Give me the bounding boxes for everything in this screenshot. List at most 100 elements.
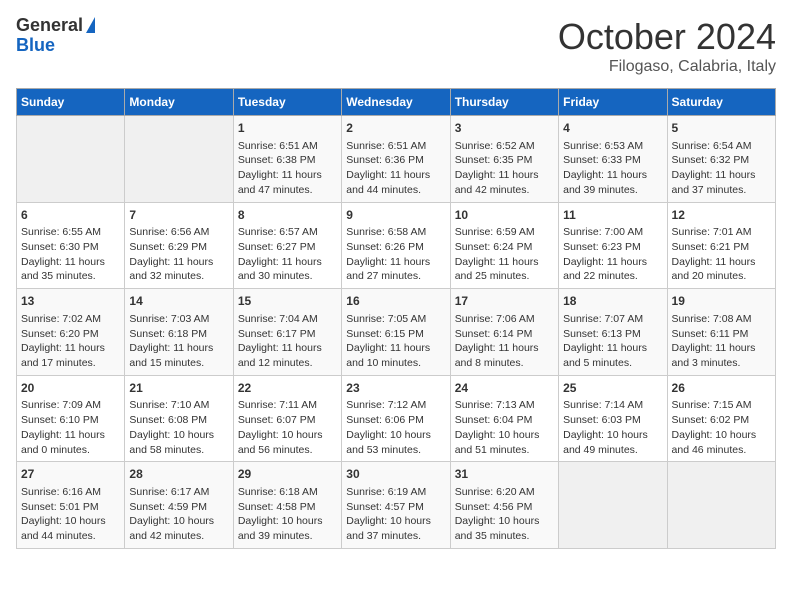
day-number: 15 — [238, 293, 337, 310]
calendar-cell: 3 Sunrise: 6:52 AM Sunset: 6:35 PM Daylig… — [450, 116, 558, 203]
calendar-cell: 19 Sunrise: 7:08 AM Sunset: 6:11 PM Dayli… — [667, 289, 775, 376]
calendar-cell — [559, 462, 667, 549]
calendar-cell: 7Sunrise: 6:56 AM Sunset: 6:29 PM Daylig… — [125, 202, 233, 289]
calendar-cell: 18Sunrise: 7:07 AM Sunset: 6:13 PM Dayli… — [559, 289, 667, 376]
calendar-cell: 30Sunrise: 6:19 AM Sunset: 4:57 PM Dayli… — [342, 462, 450, 549]
day-content: Sunrise: 7:11 AM Sunset: 6:07 PM Dayligh… — [238, 398, 337, 457]
day-content: Sunrise: 6:17 AM Sunset: 4:59 PM Dayligh… — [129, 485, 228, 544]
calendar-cell — [17, 116, 125, 203]
day-number: 1 — [238, 120, 337, 137]
day-number: 21 — [129, 380, 228, 397]
calendar-week-row: 27Sunrise: 6:16 AM Sunset: 5:01 PM Dayli… — [17, 462, 776, 549]
calendar-cell: 5Sunrise: 6:54 AM Sunset: 6:32 PM Daylig… — [667, 116, 775, 203]
calendar-cell: 16Sunrise: 7:05 AM Sunset: 6:15 PM Dayli… — [342, 289, 450, 376]
weekday-header-wednesday: Wednesday — [342, 89, 450, 116]
day-number: 8 — [238, 207, 337, 224]
calendar-cell: 28 Sunrise: 6:17 AM Sunset: 4:59 PM Dayli… — [125, 462, 233, 549]
weekday-header-saturday: Saturday — [667, 89, 775, 116]
day-number: 10 — [455, 207, 554, 224]
title-block: October 2024 Filogaso, Calabria, Italy — [558, 16, 776, 76]
day-content: Sunrise: 7:10 AM Sunset: 6:08 PM Dayligh… — [129, 398, 228, 457]
day-number: 23 — [346, 380, 445, 397]
weekday-header-sunday: Sunday — [17, 89, 125, 116]
day-content: Sunrise: 6:55 AM Sunset: 6:30 PM Dayligh… — [21, 225, 120, 284]
day-number: 28 — [129, 466, 228, 483]
weekday-header-friday: Friday — [559, 89, 667, 116]
day-number: 20 — [21, 380, 120, 397]
calendar-cell: 23Sunrise: 7:12 AM Sunset: 6:06 PM Dayli… — [342, 375, 450, 462]
calendar-table: SundayMondayTuesdayWednesdayThursdayFrid… — [16, 88, 776, 549]
calendar-cell: 9Sunrise: 6:58 AM Sunset: 6:26 PM Daylig… — [342, 202, 450, 289]
day-number: 19 — [672, 293, 771, 310]
day-content: Sunrise: 6:51 AM Sunset: 6:38 PM Dayligh… — [238, 139, 337, 198]
day-content: Sunrise: 7:02 AM Sunset: 6:20 PM Dayligh… — [21, 312, 120, 371]
day-number: 16 — [346, 293, 445, 310]
day-content: Sunrise: 7:01 AM Sunset: 6:21 PM Dayligh… — [672, 225, 771, 284]
calendar-cell: 1 Sunrise: 6:51 AM Sunset: 6:38 PM Daylig… — [233, 116, 341, 203]
calendar-cell: 26Sunrise: 7:15 AM Sunset: 6:02 PM Dayli… — [667, 375, 775, 462]
day-number: 30 — [346, 466, 445, 483]
weekday-header-tuesday: Tuesday — [233, 89, 341, 116]
calendar-cell: 10Sunrise: 6:59 AM Sunset: 6:24 PM Dayli… — [450, 202, 558, 289]
day-content: Sunrise: 6:58 AM Sunset: 6:26 PM Dayligh… — [346, 225, 445, 284]
calendar-week-row: 20Sunrise: 7:09 AM Sunset: 6:10 PM Dayli… — [17, 375, 776, 462]
day-content: Sunrise: 7:08 AM Sunset: 6:11 PM Dayligh… — [672, 312, 771, 371]
calendar-cell: 22Sunrise: 7:11 AM Sunset: 6:07 PM Dayli… — [233, 375, 341, 462]
calendar-cell: 31 Sunrise: 6:20 AM Sunset: 4:56 PM Dayli… — [450, 462, 558, 549]
day-content: Sunrise: 7:03 AM Sunset: 6:18 PM Dayligh… — [129, 312, 228, 371]
logo-triangle-icon — [86, 17, 95, 33]
day-number: 4 — [563, 120, 662, 137]
day-number: 25 — [563, 380, 662, 397]
day-number: 13 — [21, 293, 120, 310]
weekday-header-thursday: Thursday — [450, 89, 558, 116]
calendar-cell: 8Sunrise: 6:57 AM Sunset: 6:27 PM Daylig… — [233, 202, 341, 289]
calendar-cell: 27Sunrise: 6:16 AM Sunset: 5:01 PM Dayli… — [17, 462, 125, 549]
day-number: 26 — [672, 380, 771, 397]
day-number: 24 — [455, 380, 554, 397]
day-number: 18 — [563, 293, 662, 310]
calendar-cell: 24Sunrise: 7:13 AM Sunset: 6:04 PM Dayli… — [450, 375, 558, 462]
day-content: Sunrise: 7:15 AM Sunset: 6:02 PM Dayligh… — [672, 398, 771, 457]
calendar-location: Filogaso, Calabria, Italy — [558, 58, 776, 76]
day-number: 7 — [129, 207, 228, 224]
day-content: Sunrise: 6:20 AM Sunset: 4:56 PM Dayligh… — [455, 485, 554, 544]
calendar-cell: 15Sunrise: 7:04 AM Sunset: 6:17 PM Dayli… — [233, 289, 341, 376]
day-content: Sunrise: 7:00 AM Sunset: 6:23 PM Dayligh… — [563, 225, 662, 284]
calendar-cell: 21Sunrise: 7:10 AM Sunset: 6:08 PM Dayli… — [125, 375, 233, 462]
weekday-header-monday: Monday — [125, 89, 233, 116]
day-content: Sunrise: 7:09 AM Sunset: 6:10 PM Dayligh… — [21, 398, 120, 457]
calendar-cell: 20Sunrise: 7:09 AM Sunset: 6:10 PM Dayli… — [17, 375, 125, 462]
calendar-cell: 2 Sunrise: 6:51 AM Sunset: 6:36 PM Daylig… — [342, 116, 450, 203]
logo-general-text: General — [16, 16, 83, 36]
day-number: 29 — [238, 466, 337, 483]
calendar-week-row: 13 Sunrise: 7:02 AM Sunset: 6:20 PM Dayli… — [17, 289, 776, 376]
day-number: 12 — [672, 207, 771, 224]
calendar-cell — [125, 116, 233, 203]
calendar-cell — [667, 462, 775, 549]
day-number: 3 — [455, 120, 554, 137]
logo-blue-text: Blue — [16, 35, 55, 55]
day-content: Sunrise: 7:12 AM Sunset: 6:06 PM Dayligh… — [346, 398, 445, 457]
day-content: Sunrise: 6:53 AM Sunset: 6:33 PM Dayligh… — [563, 139, 662, 198]
day-number: 2 — [346, 120, 445, 137]
page-header: General Blue October 2024 Filogaso, Cala… — [16, 16, 776, 76]
calendar-cell: 12Sunrise: 7:01 AM Sunset: 6:21 PM Dayli… — [667, 202, 775, 289]
calendar-cell: 25Sunrise: 7:14 AM Sunset: 6:03 PM Dayli… — [559, 375, 667, 462]
day-content: Sunrise: 6:51 AM Sunset: 6:36 PM Dayligh… — [346, 139, 445, 198]
day-content: Sunrise: 6:56 AM Sunset: 6:29 PM Dayligh… — [129, 225, 228, 284]
day-number: 14 — [129, 293, 228, 310]
day-content: Sunrise: 6:59 AM Sunset: 6:24 PM Dayligh… — [455, 225, 554, 284]
day-number: 31 — [455, 466, 554, 483]
logo: General Blue — [16, 16, 95, 56]
day-number: 9 — [346, 207, 445, 224]
calendar-cell: 4 Sunrise: 6:53 AM Sunset: 6:33 PM Daylig… — [559, 116, 667, 203]
day-content: Sunrise: 6:52 AM Sunset: 6:35 PM Dayligh… — [455, 139, 554, 198]
day-content: Sunrise: 6:16 AM Sunset: 5:01 PM Dayligh… — [21, 485, 120, 544]
day-content: Sunrise: 6:54 AM Sunset: 6:32 PM Dayligh… — [672, 139, 771, 198]
day-number: 6 — [21, 207, 120, 224]
day-content: Sunrise: 7:14 AM Sunset: 6:03 PM Dayligh… — [563, 398, 662, 457]
calendar-week-row: 1 Sunrise: 6:51 AM Sunset: 6:38 PM Daylig… — [17, 116, 776, 203]
day-content: Sunrise: 6:57 AM Sunset: 6:27 PM Dayligh… — [238, 225, 337, 284]
calendar-cell: 17Sunrise: 7:06 AM Sunset: 6:14 PM Dayli… — [450, 289, 558, 376]
day-number: 11 — [563, 207, 662, 224]
